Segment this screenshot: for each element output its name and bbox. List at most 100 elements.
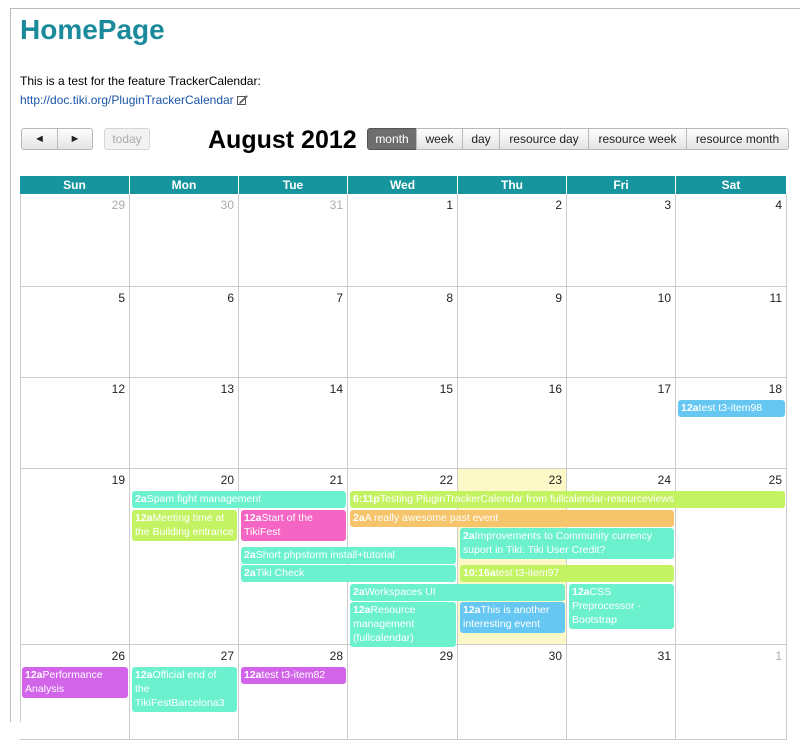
day-number[interactable]: 1 bbox=[446, 198, 453, 212]
calendar-event[interactable]: 12aResource management (fullcalendar) bbox=[350, 602, 456, 647]
calendar-event[interactable]: 12aOfficial end of the TikiFestBarcelona… bbox=[132, 667, 237, 712]
calendar-event[interactable]: 2aA really awesome past event bbox=[350, 509, 674, 527]
day-number[interactable]: 27 bbox=[221, 649, 234, 663]
calendar-event[interactable]: 12atest t3-item98 bbox=[678, 400, 785, 417]
day-cell[interactable]: 29 bbox=[348, 645, 458, 740]
day-number[interactable]: 22 bbox=[440, 473, 453, 487]
event-title: Testing PluginTrackerCalendar from fullc… bbox=[379, 493, 675, 505]
day-number[interactable]: 30 bbox=[221, 198, 234, 212]
day-cell[interactable]: 3 bbox=[567, 194, 676, 287]
calendar-event[interactable]: 2aTiki Check bbox=[241, 565, 456, 582]
day-number[interactable]: 9 bbox=[555, 291, 562, 305]
day-number[interactable]: 17 bbox=[658, 382, 671, 396]
weekday-header-mon: Mon bbox=[130, 176, 239, 194]
day-cell[interactable]: 5 bbox=[20, 287, 130, 378]
calendar-event[interactable]: 2aImprovements to Community currency sup… bbox=[460, 528, 674, 559]
day-number[interactable]: 5 bbox=[118, 291, 125, 305]
prev-month-button[interactable]: ◄ bbox=[21, 128, 58, 150]
plugin-doc-link[interactable]: http://doc.tiki.org/PluginTrackerCalenda… bbox=[20, 93, 234, 107]
day-cell[interactable]: 28 bbox=[239, 645, 348, 740]
calendar-event[interactable]: 12atest t3-item82 bbox=[241, 667, 346, 684]
day-number[interactable]: 19 bbox=[112, 473, 125, 487]
day-number[interactable]: 14 bbox=[330, 382, 343, 396]
day-cell[interactable]: 4 bbox=[676, 194, 787, 287]
view-resource-week-button[interactable]: resource week bbox=[588, 128, 687, 150]
calendar-event[interactable]: 2aSpam fight management bbox=[132, 491, 346, 508]
event-time: 2a bbox=[244, 567, 256, 579]
day-cell[interactable]: 1 bbox=[348, 194, 458, 287]
day-cell[interactable]: 7 bbox=[239, 287, 348, 378]
view-week-button[interactable]: week bbox=[416, 128, 463, 150]
event-title: Improvements to Community currency supor… bbox=[463, 530, 653, 556]
day-number[interactable]: 18 bbox=[769, 382, 782, 396]
calendar-event[interactable]: 12aMeeting time at the Building entrance bbox=[132, 509, 237, 541]
day-number[interactable]: 6 bbox=[227, 291, 234, 305]
day-number[interactable]: 16 bbox=[549, 382, 562, 396]
day-cell[interactable]: 31 bbox=[567, 645, 676, 740]
next-month-button[interactable]: ► bbox=[57, 128, 93, 150]
weekday-header-wed: Wed bbox=[348, 176, 458, 194]
event-time: 12a bbox=[135, 511, 153, 524]
day-number[interactable]: 25 bbox=[769, 473, 782, 487]
calendar-event[interactable]: 10:16atest t3-item97 bbox=[460, 565, 674, 582]
day-number[interactable]: 4 bbox=[775, 198, 782, 212]
day-cell[interactable]: 30 bbox=[130, 194, 239, 287]
day-number[interactable]: 24 bbox=[658, 473, 671, 487]
event-time: 6:11p bbox=[353, 493, 380, 505]
day-number[interactable]: 13 bbox=[221, 382, 234, 396]
day-number[interactable]: 31 bbox=[658, 649, 671, 663]
day-cell[interactable]: 16 bbox=[458, 378, 567, 469]
day-number[interactable]: 7 bbox=[336, 291, 343, 305]
day-cell[interactable]: 2 bbox=[458, 194, 567, 287]
view-day-button[interactable]: day bbox=[462, 128, 500, 150]
view-month-button[interactable]: month bbox=[367, 128, 417, 150]
day-cell[interactable]: 31 bbox=[239, 194, 348, 287]
day-number[interactable]: 1 bbox=[775, 649, 782, 663]
day-cell[interactable]: 29 bbox=[20, 194, 130, 287]
day-cell[interactable]: 12 bbox=[20, 378, 130, 469]
day-number[interactable]: 3 bbox=[664, 198, 671, 212]
day-number[interactable]: 28 bbox=[330, 649, 343, 663]
day-number[interactable]: 20 bbox=[221, 473, 234, 487]
day-cell[interactable]: 6 bbox=[130, 287, 239, 378]
day-number[interactable]: 11 bbox=[770, 291, 782, 305]
day-number[interactable]: 26 bbox=[112, 649, 125, 663]
day-number[interactable]: 30 bbox=[549, 649, 562, 663]
day-cell[interactable]: 17 bbox=[567, 378, 676, 469]
day-number[interactable]: 29 bbox=[112, 198, 125, 212]
day-cell[interactable]: 10 bbox=[567, 287, 676, 378]
day-cell[interactable]: 19 bbox=[20, 469, 130, 645]
day-number[interactable]: 2 bbox=[555, 198, 562, 212]
day-number[interactable]: 31 bbox=[330, 198, 343, 212]
day-cell[interactable]: 8 bbox=[348, 287, 458, 378]
day-number[interactable]: 10 bbox=[658, 291, 671, 305]
day-number[interactable]: 12 bbox=[112, 382, 125, 396]
day-cell[interactable]: 15 bbox=[348, 378, 458, 469]
calendar-event[interactable]: 12aThis is another interesting event bbox=[460, 602, 565, 633]
calendar-event[interactable]: 2aWorkspaces UI bbox=[350, 583, 565, 601]
day-number[interactable]: 8 bbox=[446, 291, 453, 305]
day-cell[interactable]: 14 bbox=[239, 378, 348, 469]
event-time: 12a bbox=[244, 669, 262, 681]
calendar-event[interactable]: 6:11pTesting PluginTrackerCalendar from … bbox=[350, 491, 785, 508]
view-resource-month-button[interactable]: resource month bbox=[686, 128, 789, 150]
day-number[interactable]: 23 bbox=[549, 473, 562, 487]
day-number[interactable]: 21 bbox=[330, 473, 343, 487]
day-cell[interactable]: 13 bbox=[130, 378, 239, 469]
calendar-event[interactable]: 12aCSS Preprocessor - Bootstrap bbox=[569, 583, 674, 629]
day-cell[interactable]: 1 bbox=[676, 645, 787, 740]
day-number[interactable]: 15 bbox=[440, 382, 453, 396]
weekday-header-thu: Thu bbox=[458, 176, 567, 194]
day-number[interactable]: 29 bbox=[440, 649, 453, 663]
calendar-event[interactable]: 12aPerformance Analysis bbox=[22, 667, 128, 698]
day-cell[interactable]: 30 bbox=[458, 645, 567, 740]
day-cell[interactable]: 18 bbox=[676, 378, 787, 469]
event-time: 2a bbox=[353, 585, 365, 598]
day-cell[interactable]: 11 bbox=[676, 287, 787, 378]
calendar-event[interactable]: 12aStart of the TikiFest bbox=[241, 509, 346, 541]
view-resource-day-button[interactable]: resource day bbox=[499, 128, 589, 150]
today-button[interactable]: today bbox=[104, 128, 150, 150]
calendar-event[interactable]: 2aShort phpstorm install+tutorial bbox=[241, 546, 456, 564]
day-cell[interactable]: 9 bbox=[458, 287, 567, 378]
external-edit-icon[interactable] bbox=[237, 94, 248, 105]
